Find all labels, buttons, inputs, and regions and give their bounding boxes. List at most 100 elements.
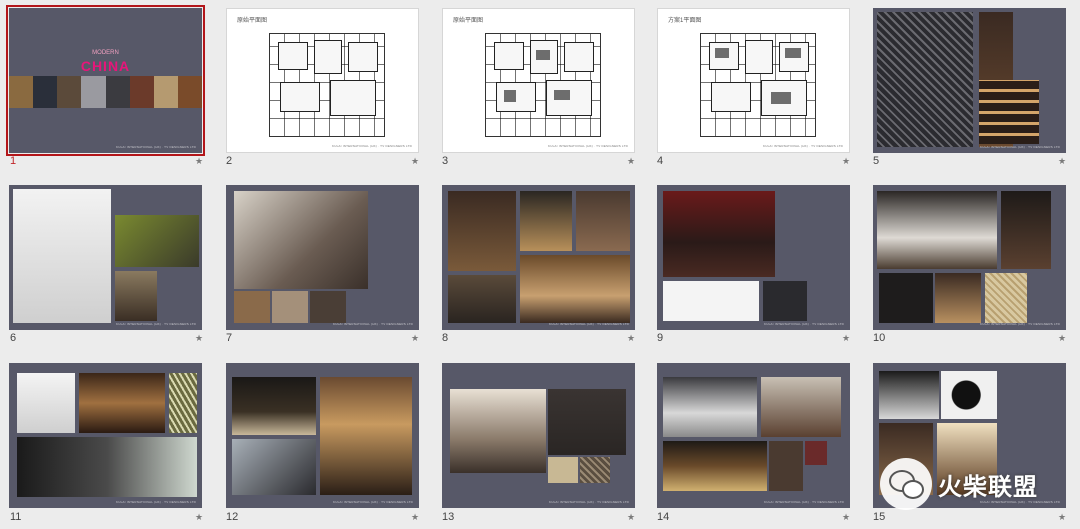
slide-footer: KULAI INTERNATIONAL (HK) · TV DESIGNERS … [332, 144, 412, 148]
interior-photo [17, 437, 197, 497]
interior-photo [580, 457, 610, 483]
slide-footer: KULAI INTERNATIONAL (HK) · TV DESIGNERS … [116, 145, 196, 149]
slide-footer: KULAI INTERNATIONAL (HK) · TV DESIGNERS … [763, 144, 843, 148]
watermark: 火柴联盟 [880, 458, 1038, 510]
slide-number: 8 [442, 332, 449, 344]
slide-number: 1 [10, 155, 17, 167]
interior-photo [985, 273, 1027, 323]
interior-photo [520, 255, 630, 323]
interior-photo [13, 189, 111, 323]
interior-photo [232, 377, 316, 435]
slide-footer: KULAI INTERNATIONAL (HK) · TV DESIGNERS … [764, 322, 844, 326]
star-icon: ★ [842, 512, 851, 522]
interior-photo [79, 373, 165, 433]
interior-photo [17, 373, 75, 433]
slide-footer: KULAI INTERNATIONAL (HK) · TV DESIGNERS … [980, 145, 1060, 149]
interior-photo [320, 377, 412, 495]
interior-photo [115, 215, 199, 267]
interior-photo [761, 377, 841, 437]
slide-thumbnail-7[interactable]: KULAI INTERNATIONAL (HK) · TV DESIGNERS … [226, 185, 419, 330]
slide-thumbnail-4[interactable]: 方案1平面图 KULAI INTERNATIONAL (HK) · TV DES… [657, 8, 850, 153]
star-icon: ★ [627, 333, 636, 343]
cover-image-strip [9, 76, 202, 108]
slide-thumbnail-3[interactable]: 原始平面图 KULAI INTERNATIONAL (HK) · TV DESI… [442, 8, 635, 153]
slide-thumbnail-12[interactable]: KULAI INTERNATIONAL (HK) · TV DESIGNERS … [226, 363, 419, 508]
plan-title: 方案1平面图 [668, 18, 702, 24]
cover-subtitle: MODERN [92, 50, 119, 56]
star-icon: ★ [627, 156, 636, 166]
interior-photo [763, 281, 807, 321]
plan-title: 原始平面图 [453, 18, 484, 24]
slide-number: 13 [442, 511, 455, 523]
interior-photo [941, 371, 997, 419]
star-icon: ★ [411, 512, 420, 522]
slide-number: 7 [226, 332, 233, 344]
slide-thumbnail-2[interactable]: 原始平面图 KULAI INTERNATIONAL (HK) · TV DESI… [226, 8, 419, 153]
slide-footer: KULAI INTERNATIONAL (HK) · TV DESIGNERS … [116, 322, 196, 326]
slide-footer: KULAI INTERNATIONAL (HK) · TV DESIGNERS … [549, 322, 629, 326]
slide-thumbnail-5[interactable]: KULAI INTERNATIONAL (HK) · TV DESIGNERS … [873, 8, 1066, 153]
slide-thumbnail-10[interactable]: KULAI INTERNATIONAL (HK) · TV DESIGNERS … [873, 185, 1066, 330]
star-icon: ★ [411, 156, 420, 166]
slide-thumbnail-8[interactable]: KULAI INTERNATIONAL (HK) · TV DESIGNERS … [442, 185, 635, 330]
interior-photo [234, 191, 368, 289]
slide-number: 11 [10, 511, 22, 523]
slide-number: 3 [442, 155, 449, 167]
interior-photo [272, 291, 308, 323]
interior-photo [663, 191, 775, 277]
slide-number: 4 [657, 155, 664, 167]
interior-photo [234, 291, 270, 323]
slide-number: 5 [873, 155, 880, 167]
interior-photo [879, 371, 939, 419]
slide-thumbnail-1[interactable]: MODERN CHINA KULAI INTERNATIONAL (HK) · … [6, 5, 205, 156]
slide-number: 9 [657, 332, 664, 344]
interior-photo [310, 291, 346, 323]
interior-photo [663, 281, 759, 321]
wechat-icon [880, 458, 932, 510]
slide-footer: KULAI INTERNATIONAL (HK) · TV DESIGNERS … [116, 500, 196, 504]
slide-footer: KULAI INTERNATIONAL (HK) · TV DESIGNERS … [333, 322, 413, 326]
slide-number: 6 [10, 332, 17, 344]
interior-photo [935, 273, 981, 323]
interior-photo [548, 457, 578, 483]
interior-photo [769, 441, 803, 491]
slide-footer: KULAI INTERNATIONAL (HK) · TV DESIGNERS … [548, 144, 628, 148]
slide-thumbnail-13[interactable]: KULAI INTERNATIONAL (HK) · TV DESIGNERS … [442, 363, 635, 508]
star-icon: ★ [842, 156, 851, 166]
star-icon: ★ [1058, 156, 1067, 166]
floor-plan-drawing [700, 33, 816, 137]
star-icon: ★ [195, 512, 204, 522]
floor-plan-drawing [269, 33, 385, 137]
interior-photo [879, 273, 933, 323]
interior-photo [520, 191, 572, 251]
star-icon: ★ [627, 512, 636, 522]
interior-photo [448, 275, 516, 323]
slide-thumbnail-9[interactable]: KULAI INTERNATIONAL (HK) · TV DESIGNERS … [657, 185, 850, 330]
interior-photo [115, 271, 157, 321]
interior-photo [548, 389, 626, 455]
interior-photo [576, 191, 630, 251]
star-icon: ★ [195, 333, 204, 343]
star-icon: ★ [842, 333, 851, 343]
slide-thumbnail-6[interactable]: KULAI INTERNATIONAL (HK) · TV DESIGNERS … [9, 185, 202, 330]
plan-title: 原始平面图 [237, 18, 268, 24]
star-icon: ★ [1058, 512, 1067, 522]
interior-photo [450, 389, 546, 473]
interior-photo [1001, 191, 1051, 269]
interior-photo [877, 12, 973, 147]
interior-photo [877, 191, 997, 269]
interior-photo [169, 373, 197, 433]
slide-thumbnail-11[interactable]: KULAI INTERNATIONAL (HK) · TV DESIGNERS … [9, 363, 202, 508]
interior-photo [979, 80, 1039, 144]
slide-number: 10 [873, 332, 886, 344]
slide-number: 2 [226, 155, 233, 167]
cover-title: CHINA [80, 58, 131, 74]
slide-thumbnail-14[interactable]: KULAI INTERNATIONAL (HK) · TV DESIGNERS … [657, 363, 850, 508]
slide-footer: KULAI INTERNATIONAL (HK) · TV DESIGNERS … [980, 322, 1060, 326]
interior-photo [448, 191, 516, 271]
slide-number: 15 [873, 511, 886, 523]
slide-footer: KULAI INTERNATIONAL (HK) · TV DESIGNERS … [333, 500, 413, 504]
star-icon: ★ [1058, 333, 1067, 343]
slide-footer: KULAI INTERNATIONAL (HK) · TV DESIGNERS … [549, 500, 629, 504]
interior-photo [663, 377, 757, 437]
